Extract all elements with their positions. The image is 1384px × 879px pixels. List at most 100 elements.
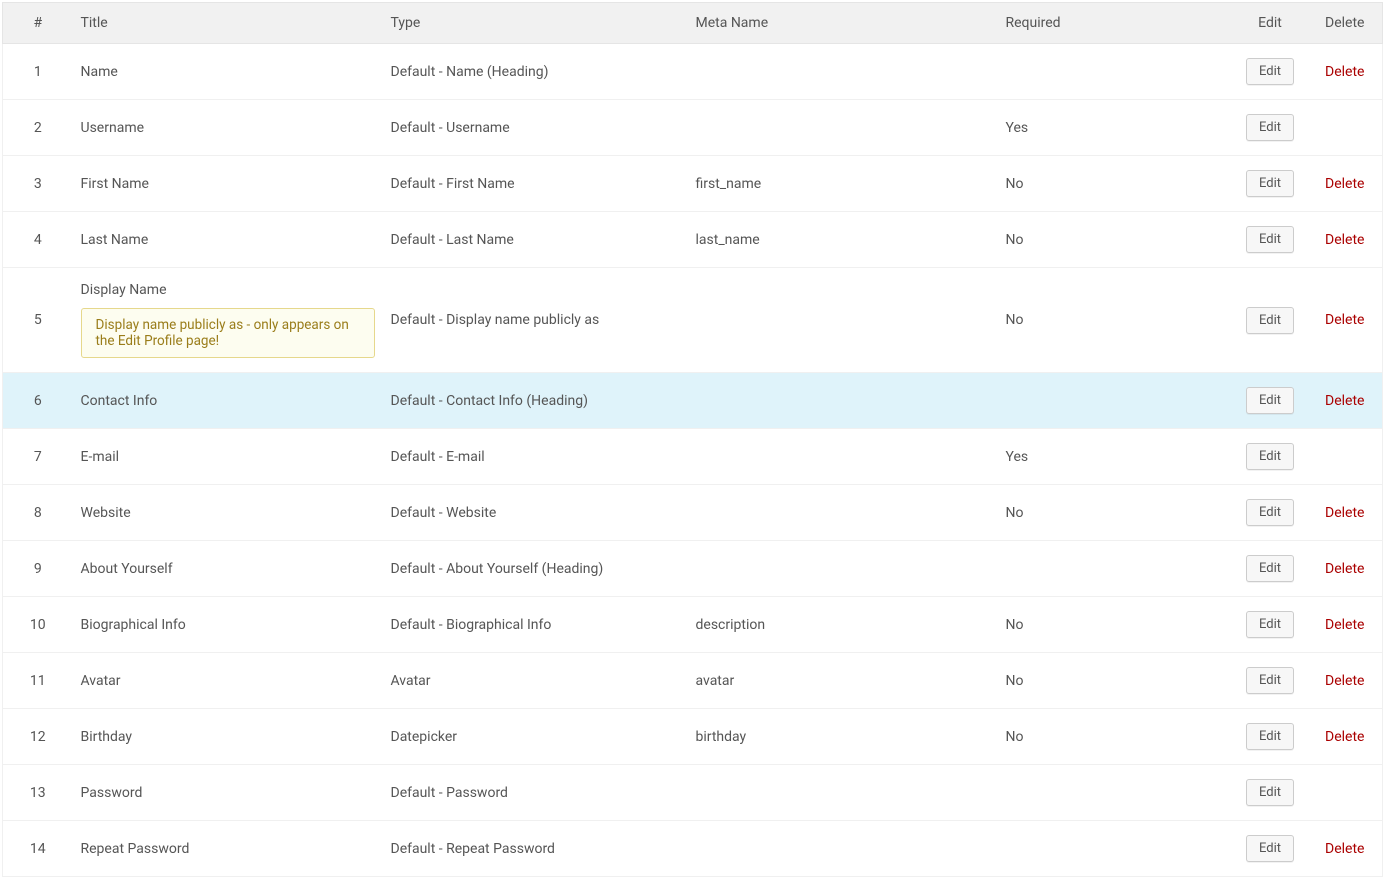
edit-button[interactable]: Edit — [1246, 555, 1294, 582]
row-required: No — [998, 653, 1233, 709]
table-row[interactable]: 12BirthdayDatepickerbirthdayNoEditDelete — [3, 709, 1383, 765]
table-row[interactable]: 8WebsiteDefault - WebsiteNoEditDelete — [3, 485, 1383, 541]
edit-button[interactable]: Edit — [1246, 835, 1294, 862]
table-row[interactable]: 5Display NameDisplay name publicly as - … — [3, 268, 1383, 373]
table-row[interactable]: 3First NameDefault - First Namefirst_nam… — [3, 156, 1383, 212]
row-title-cell: Biographical Info — [73, 597, 383, 653]
edit-button[interactable]: Edit — [1246, 723, 1294, 750]
row-required: No — [998, 212, 1233, 268]
edit-button[interactable]: Edit — [1246, 387, 1294, 414]
row-edit-cell: Edit — [1233, 709, 1308, 765]
header-num: # — [3, 3, 73, 44]
row-type: Default - About Yourself (Heading) — [383, 541, 688, 597]
delete-link[interactable]: Delete — [1325, 232, 1364, 248]
table-row[interactable]: 14Repeat PasswordDefault - Repeat Passwo… — [3, 821, 1383, 877]
table-row[interactable]: 13 Password Default - Password Edit — [3, 765, 1383, 821]
row-type: Default - Display name publicly as — [383, 268, 688, 373]
row-title: Biographical Info — [81, 617, 186, 633]
row-title-cell: Password — [73, 765, 383, 821]
delete-link[interactable]: Delete — [1325, 393, 1364, 409]
row-title-cell: Website — [73, 485, 383, 541]
row-title: Repeat Password — [81, 841, 190, 857]
row-number: 6 — [3, 373, 73, 429]
edit-button[interactable]: Edit — [1246, 611, 1294, 638]
edit-button[interactable]: Edit — [1246, 499, 1294, 526]
row-type: Default - Username — [383, 100, 688, 156]
edit-button[interactable]: Edit — [1246, 779, 1294, 806]
row-delete-cell: Delete — [1308, 268, 1383, 373]
table-row[interactable]: 9About YourselfDefault - About Yourself … — [3, 541, 1383, 597]
fields-table: # Title Type Meta Name Required Edit Del… — [2, 2, 1383, 877]
row-number: 12 — [3, 709, 73, 765]
table-row[interactable]: 10Biographical InfoDefault - Biographica… — [3, 597, 1383, 653]
row-title: E-mail — [81, 449, 120, 465]
row-type: Default - Last Name — [383, 212, 688, 268]
delete-link[interactable]: Delete — [1325, 64, 1364, 80]
delete-link[interactable]: Delete — [1325, 841, 1364, 857]
row-title-cell: Repeat Password — [73, 821, 383, 877]
row-title-cell: About Yourself — [73, 541, 383, 597]
row-type: Default - Repeat Password — [383, 821, 688, 877]
row-number: 2 — [3, 100, 73, 156]
edit-button[interactable]: Edit — [1246, 667, 1294, 694]
row-required — [998, 821, 1233, 877]
row-meta — [688, 821, 998, 877]
row-delete-cell: Delete — [1308, 597, 1383, 653]
delete-link[interactable]: Delete — [1325, 673, 1364, 689]
row-title: Contact Info — [81, 393, 158, 409]
row-meta — [688, 373, 998, 429]
row-edit-cell: Edit — [1233, 485, 1308, 541]
row-note: Display name publicly as - only appears … — [81, 308, 375, 358]
row-required: No — [998, 597, 1233, 653]
table-row[interactable]: 7E-mailDefault - E-mailYesEdit — [3, 429, 1383, 485]
row-delete-cell: Delete — [1308, 212, 1383, 268]
row-delete-cell — [1308, 765, 1383, 821]
delete-link[interactable]: Delete — [1325, 729, 1364, 745]
table-row[interactable]: 6Contact InfoDefault - Contact Info (Hea… — [3, 373, 1383, 429]
delete-link[interactable]: Delete — [1325, 176, 1364, 192]
row-required: No — [998, 156, 1233, 212]
row-required — [998, 373, 1233, 429]
row-title: Website — [81, 505, 131, 521]
row-title: Username — [81, 120, 145, 136]
row-number: 1 — [3, 44, 73, 100]
table-row[interactable]: 2UsernameDefault - UsernameYesEdit — [3, 100, 1383, 156]
table-row[interactable]: 11AvatarAvataravatarNoEditDelete — [3, 653, 1383, 709]
row-title: Password — [81, 785, 143, 801]
delete-link[interactable]: Delete — [1325, 312, 1364, 328]
row-meta: avatar — [688, 653, 998, 709]
row-title: First Name — [81, 176, 149, 192]
edit-button[interactable]: Edit — [1246, 226, 1294, 253]
delete-link[interactable]: Delete — [1325, 617, 1364, 633]
edit-button[interactable]: Edit — [1246, 307, 1294, 334]
header-required: Required — [998, 3, 1233, 44]
row-meta: description — [688, 597, 998, 653]
delete-link[interactable]: Delete — [1325, 561, 1364, 577]
row-edit-cell: Edit — [1233, 268, 1308, 373]
row-meta: first_name — [688, 156, 998, 212]
row-meta — [688, 268, 998, 373]
table-row[interactable]: 4Last NameDefault - Last Namelast_nameNo… — [3, 212, 1383, 268]
header-meta: Meta Name — [688, 3, 998, 44]
row-number: 13 — [3, 765, 73, 821]
row-type: Avatar — [383, 653, 688, 709]
row-meta: last_name — [688, 212, 998, 268]
row-delete-cell: Delete — [1308, 653, 1383, 709]
delete-link[interactable]: Delete — [1325, 505, 1364, 521]
row-title-cell: First Name — [73, 156, 383, 212]
row-title: Avatar — [81, 673, 121, 689]
row-required: No — [998, 485, 1233, 541]
edit-button[interactable]: Edit — [1246, 114, 1294, 141]
row-type: Default - Biographical Info — [383, 597, 688, 653]
row-meta: birthday — [688, 709, 998, 765]
row-type: Default - Password — [383, 765, 688, 821]
table-row[interactable]: 1NameDefault - Name (Heading)EditDelete — [3, 44, 1383, 100]
row-meta — [688, 485, 998, 541]
row-title-cell: Birthday — [73, 709, 383, 765]
edit-button[interactable]: Edit — [1246, 443, 1294, 470]
edit-button[interactable]: Edit — [1246, 170, 1294, 197]
table-header-row: # Title Type Meta Name Required Edit Del… — [3, 3, 1383, 44]
row-required: No — [998, 709, 1233, 765]
edit-button[interactable]: Edit — [1246, 58, 1294, 85]
row-edit-cell: Edit — [1233, 429, 1308, 485]
